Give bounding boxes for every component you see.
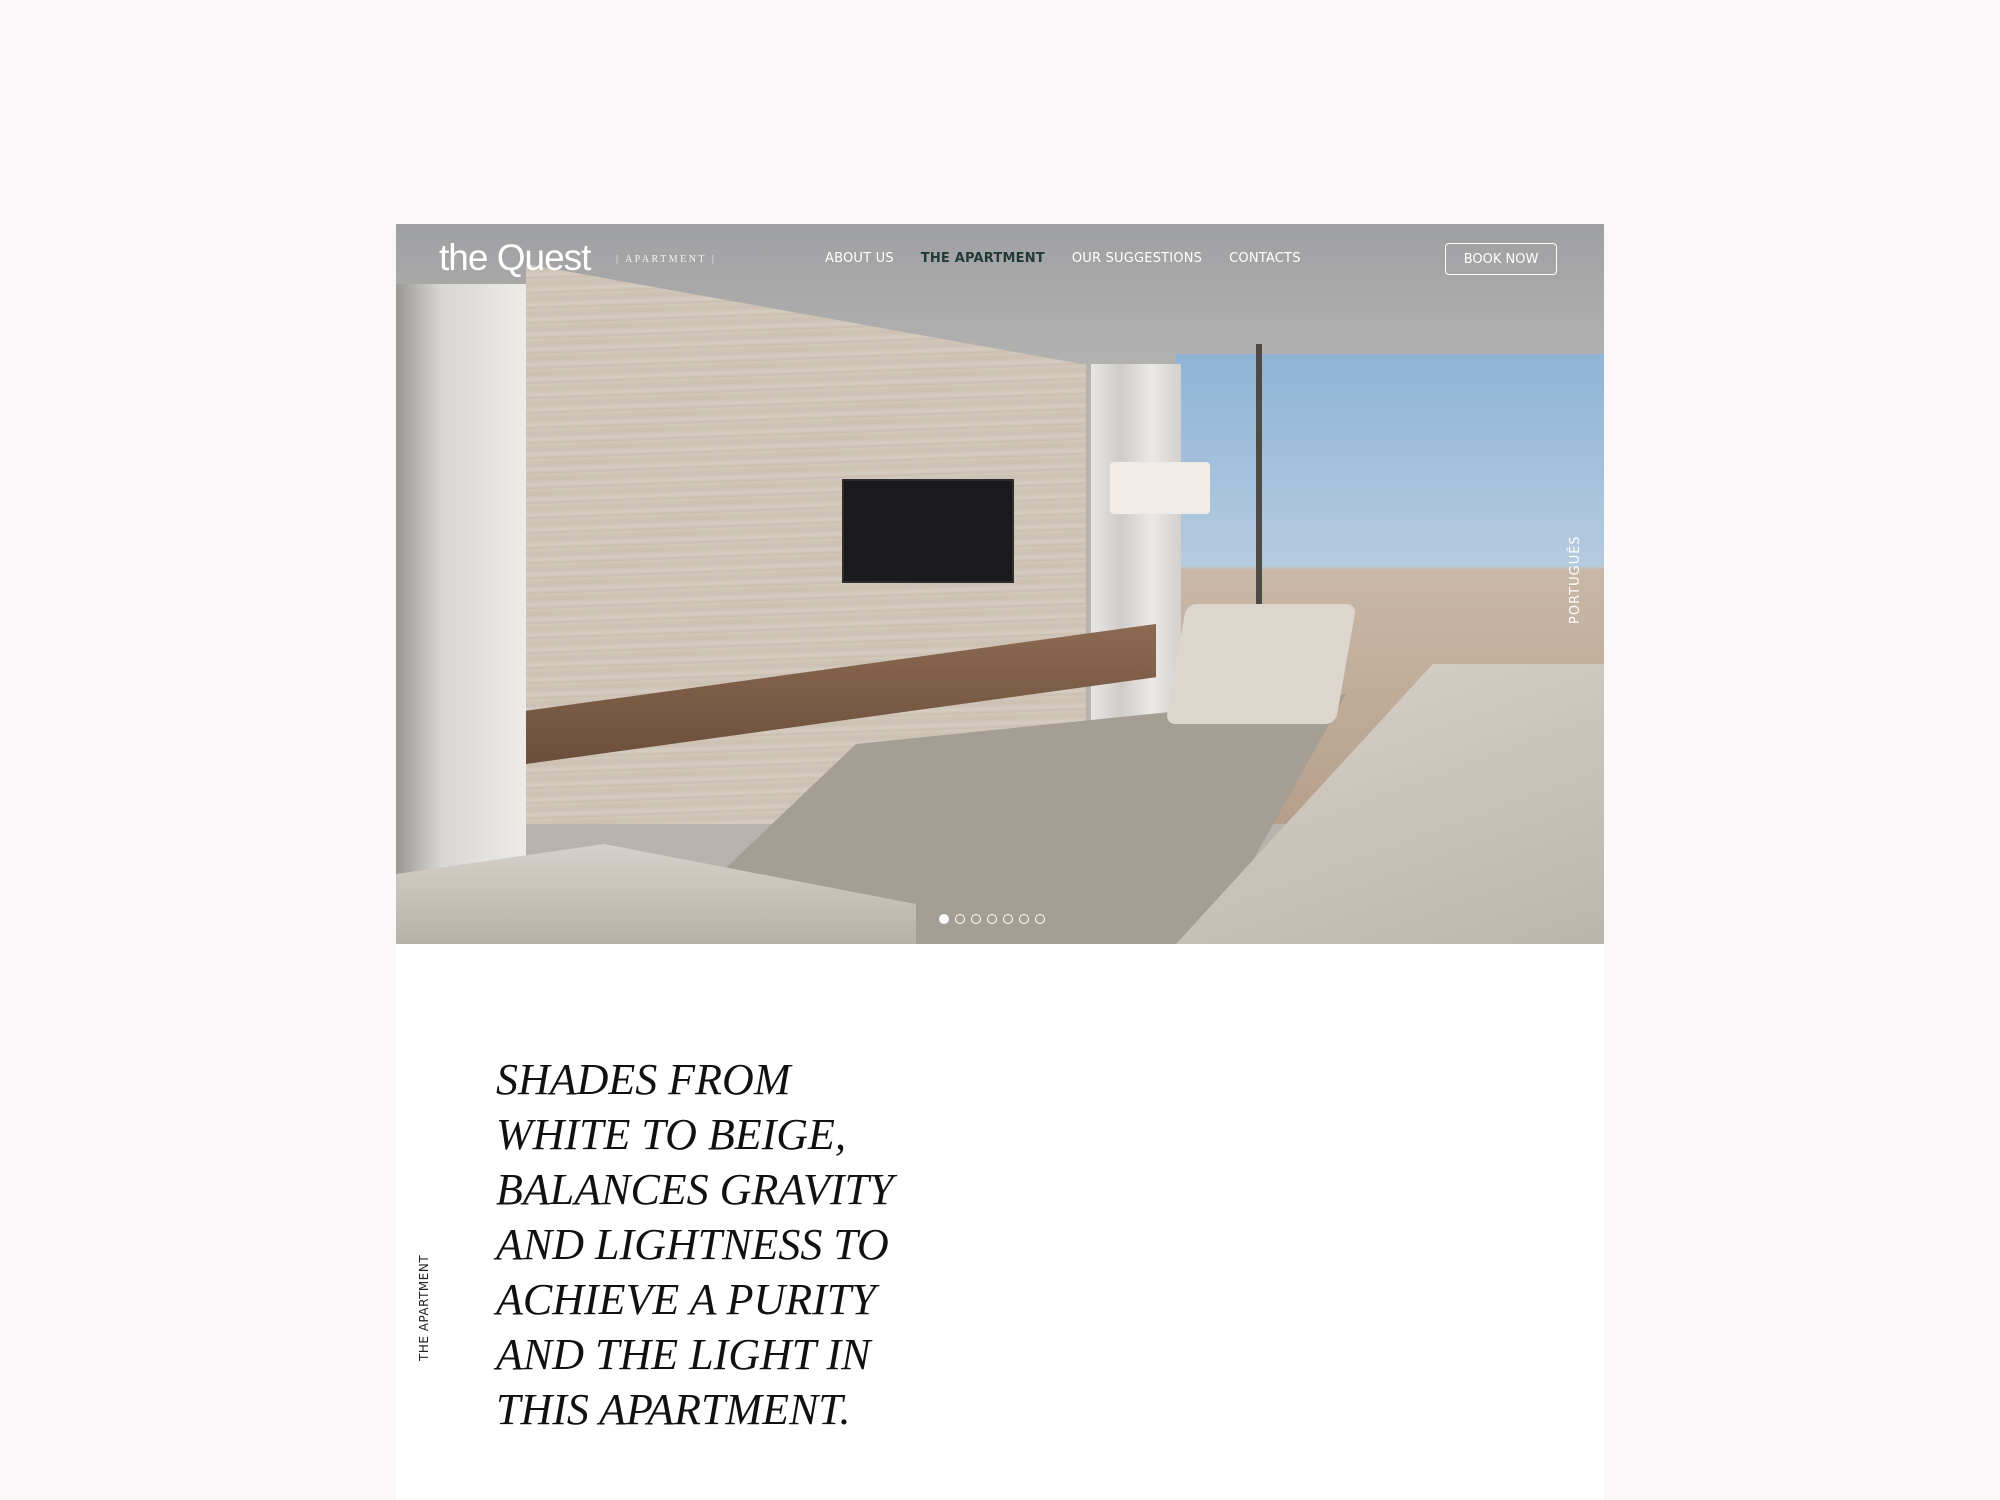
slide-dot[interactable] <box>987 914 997 924</box>
page-card: the Quest | APARTMENT | ABOUT US THE APA… <box>396 224 1604 1500</box>
logo-subtitle: | APARTMENT | <box>616 254 717 265</box>
headline-line: THIS APARTMENT. <box>496 1385 851 1434</box>
nav-our-suggestions[interactable]: OUR SUGGESTIONS <box>1072 251 1202 266</box>
main-menu: ABOUT US THE APARTMENT OUR SUGGESTIONS C… <box>825 251 1301 266</box>
slide-dot[interactable] <box>955 914 965 924</box>
headline-line: AND LIGHTNESS TO <box>496 1220 889 1269</box>
headline-line: BALANCES GRAVITY <box>496 1165 894 1214</box>
section-side-label: THE APARTMENT <box>417 1254 431 1361</box>
slide-dot[interactable] <box>971 914 981 924</box>
top-nav: the Quest | APARTMENT | ABOUT US THE APA… <box>396 224 1604 296</box>
hero-slider: the Quest | APARTMENT | ABOUT US THE APA… <box>396 224 1604 944</box>
headline-line: ACHIEVE A PURITY <box>496 1275 876 1324</box>
nav-the-apartment[interactable]: THE APARTMENT <box>921 251 1045 266</box>
slide-dot[interactable] <box>939 914 949 924</box>
language-switch[interactable]: PORTUGUÊS <box>1568 535 1583 624</box>
hero-photo-lamp <box>1110 462 1210 514</box>
hero-photo-left-wall <box>396 284 526 944</box>
nav-contacts[interactable]: CONTACTS <box>1229 251 1301 266</box>
hero-photo-tv <box>842 479 1014 583</box>
headline-line: SHADES FROM <box>496 1055 791 1104</box>
logo[interactable]: the Quest <box>439 237 591 279</box>
headline-line: AND THE LIGHT IN <box>496 1330 871 1379</box>
headline-line: WHITE TO BEIGE, <box>496 1110 846 1159</box>
book-now-button[interactable]: BOOK NOW <box>1445 243 1557 275</box>
slider-pagination <box>939 914 1045 924</box>
slide-dot[interactable] <box>1019 914 1029 924</box>
nav-about-us[interactable]: ABOUT US <box>825 251 894 266</box>
hero-photo-chair <box>1165 604 1357 724</box>
section-headline: SHADES FROM WHITE TO BEIGE, BALANCES GRA… <box>496 1052 996 1437</box>
slide-dot[interactable] <box>1003 914 1013 924</box>
slide-dot[interactable] <box>1035 914 1045 924</box>
